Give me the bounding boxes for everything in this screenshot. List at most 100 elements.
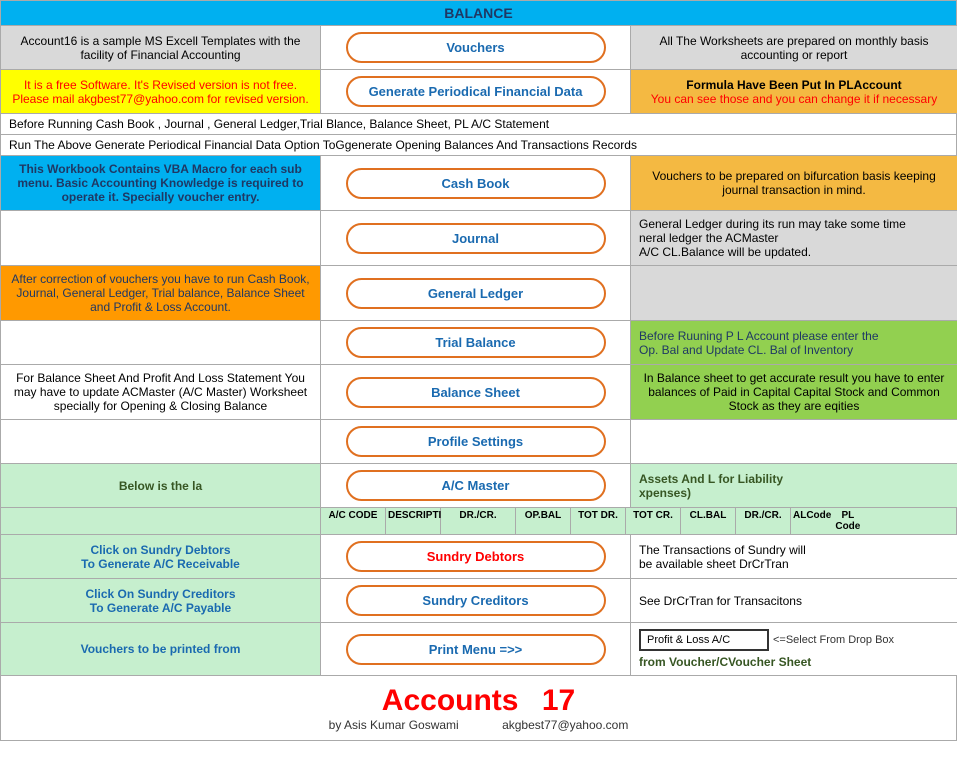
row-4: Journal General Ledger during its run ma…: [0, 211, 957, 266]
row5-left-text: After correction of vouchers you have to…: [9, 272, 312, 314]
row8-center: Profile Settings: [321, 420, 631, 464]
row9-left-text: Below is the la: [119, 479, 202, 493]
row3-center: Cash Book: [321, 156, 631, 211]
row3-right: Vouchers to be prepared on bifurcation b…: [631, 156, 957, 211]
row6-left: [1, 321, 321, 365]
row1-right: All The Worksheets are prepared on month…: [631, 26, 957, 70]
row3-left-text: This Workbook Contains VBA Macro for eac…: [9, 162, 312, 204]
row4-right-line3: A/C CL.Balance will be updated.: [639, 245, 906, 259]
footer: Accounts 17 by Asis Kumar Goswami akgbes…: [0, 676, 957, 741]
footer-number: 17: [542, 684, 575, 717]
row2-right-line2: You can see those and you can change it …: [651, 92, 937, 106]
row-sundry-creditors: Click On Sundry Creditors To Generate A/…: [0, 579, 957, 623]
row1-left: Account16 is a sample MS Excell Template…: [1, 26, 321, 70]
th-descripti: DESCRIPTI: [386, 508, 441, 534]
sundry-debtors-line1: Click on Sundry Debtors: [81, 543, 240, 557]
main-container: BALANCE Account16 is a sample MS Excell …: [0, 0, 957, 741]
row2-right-line1: Formula Have Been Put In PLAccount: [651, 78, 937, 92]
footer-byline: by Asis Kumar Goswami akgbest77@yahoo.co…: [9, 718, 948, 732]
row6-right: Before Ruuning P L Account please enter …: [631, 321, 957, 365]
row-sundry-debtors: Click on Sundry Debtors To Generate A/C …: [0, 535, 957, 579]
row7-left: For Balance Sheet And Profit And Loss St…: [1, 365, 321, 420]
sundry-creditors-line2: To Generate A/C Payable: [85, 601, 235, 615]
sundry-debtors-right1: The Transactions of Sundry will: [639, 543, 806, 557]
sundry-debtors-left: Click on Sundry Debtors To Generate A/C …: [1, 535, 321, 579]
row7-right: In Balance sheet to get accurate result …: [631, 365, 957, 420]
row2-center: Generate Periodical Financial Data: [321, 70, 631, 114]
row9-right-line1: Assets And L for Liability: [639, 472, 783, 486]
sundry-debtors-right2: be available sheet DrCrTran: [639, 557, 806, 571]
row-7: For Balance Sheet And Profit And Loss St…: [0, 365, 957, 420]
row2-left: It is a free Software. It's Revised vers…: [1, 70, 321, 114]
cashbook-button[interactable]: Cash Book: [346, 168, 606, 199]
th-tot-cr: TOT CR.: [626, 508, 681, 534]
th-dr-cr2: DR./CR.: [736, 508, 791, 534]
th-tot-dr: TOT DR.: [571, 508, 626, 534]
row-6: Trial Balance Before Ruuning P L Account…: [0, 321, 957, 365]
row5-right: [631, 266, 957, 321]
trial-balance-button[interactable]: Trial Balance: [346, 327, 606, 358]
dropdown-container: Profit & Loss A/C <=Select From Drop Box: [639, 629, 894, 651]
row-9: Below is the la A/C Master Assets And L …: [0, 464, 957, 508]
table-header-row: A/C CODE DESCRIPTI DR./CR. OP.BAL TOT DR…: [0, 508, 957, 535]
row4-center: Journal: [321, 211, 631, 266]
row-1: Account16 is a sample MS Excell Template…: [0, 26, 957, 70]
row8-right: [631, 420, 957, 464]
sundry-creditors-right: See DrCrTran for Transacitons: [631, 579, 957, 623]
row2-right: Formula Have Been Put In PLAccount You c…: [631, 70, 957, 114]
dropdown-label: Profit & Loss A/C: [647, 634, 730, 646]
print-left-text: Vouchers to be printed from: [81, 642, 241, 656]
row4-left: [1, 211, 321, 266]
print-right: Profit & Loss A/C <=Select From Drop Box…: [631, 623, 957, 676]
row3-right-text: Vouchers to be prepared on bifurcation b…: [639, 169, 949, 197]
sundry-debtors-line2: To Generate A/C Receivable: [81, 557, 240, 571]
print-menu-button[interactable]: Print Menu =>>: [346, 634, 606, 665]
row4-right: General Ledger during its run may take s…: [631, 211, 957, 266]
acmaster-button[interactable]: A/C Master: [346, 470, 606, 501]
row-8: Profile Settings: [0, 420, 957, 464]
row7-right-text: In Balance sheet to get accurate result …: [639, 371, 949, 413]
row-2: It is a free Software. It's Revised vers…: [0, 70, 957, 114]
footer-accounts: Accounts: [382, 684, 519, 717]
info-text1: Before Running Cash Book , Journal , Gen…: [9, 117, 549, 131]
th-op-bal: OP.BAL: [516, 508, 571, 534]
row4-right-line1: General Ledger during its run may take s…: [639, 217, 906, 231]
journal-button[interactable]: Journal: [346, 223, 606, 254]
row9-right: Assets And L for Liability xpenses): [631, 464, 957, 508]
row6-right-line1: Before Ruuning P L Account please enter …: [639, 329, 879, 343]
info-row-2: Run The Above Generate Periodical Financ…: [0, 135, 957, 156]
row-print: Vouchers to be printed from Print Menu =…: [0, 623, 957, 676]
sundry-debtors-center: Sundry Debtors: [321, 535, 631, 579]
th-ac-code: A/C CODE: [321, 508, 386, 534]
row8-left: [1, 420, 321, 464]
row-5: After correction of vouchers you have to…: [0, 266, 957, 321]
th-empty: [1, 508, 321, 534]
row7-left-text: For Balance Sheet And Profit And Loss St…: [9, 371, 312, 413]
balance-header: BALANCE: [0, 0, 957, 26]
footer-by-text: by Asis Kumar Goswami: [329, 718, 459, 732]
row9-center: A/C Master: [321, 464, 631, 508]
vouchers-button[interactable]: Vouchers: [346, 32, 606, 63]
row2-left-text: It is a free Software. It's Revised vers…: [9, 78, 312, 106]
row1-right-text: All The Worksheets are prepared on month…: [639, 34, 949, 62]
profit-loss-dropdown[interactable]: Profit & Loss A/C: [639, 629, 769, 651]
print-right-note: from Voucher/CVoucher Sheet: [639, 655, 894, 669]
sundry-debtors-button[interactable]: Sundry Debtors: [346, 541, 606, 572]
sundry-creditors-center: Sundry Creditors: [321, 579, 631, 623]
row6-center: Trial Balance: [321, 321, 631, 365]
generate-periodical-button[interactable]: Generate Periodical Financial Data: [346, 76, 606, 107]
profile-settings-button[interactable]: Profile Settings: [346, 426, 606, 457]
row-3: This Workbook Contains VBA Macro for eac…: [0, 156, 957, 211]
sundry-creditors-right1: See DrCrTran for Transacitons: [639, 594, 802, 608]
balance-sheet-button[interactable]: Balance Sheet: [346, 377, 606, 408]
row6-right-line2: Op. Bal and Update CL. Bal of Inventory: [639, 343, 879, 357]
th-cl-bal: CL.BAL: [681, 508, 736, 534]
row7-center: Balance Sheet: [321, 365, 631, 420]
row3-left: This Workbook Contains VBA Macro for eac…: [1, 156, 321, 211]
general-ledger-button[interactable]: General Ledger: [346, 278, 606, 309]
row9-left: Below is the la: [1, 464, 321, 508]
row9-right-line2: xpenses): [639, 486, 783, 500]
sundry-creditors-button[interactable]: Sundry Creditors: [346, 585, 606, 616]
info-text2: Run The Above Generate Periodical Financ…: [9, 138, 637, 152]
row5-center: General Ledger: [321, 266, 631, 321]
